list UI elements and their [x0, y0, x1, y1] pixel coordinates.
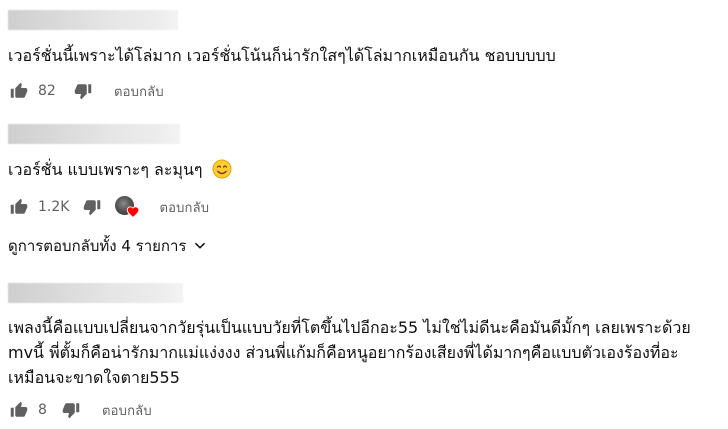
like-count: 8 — [38, 402, 47, 418]
comment-action-bar: 1.2K ตอบกลับ — [8, 195, 209, 219]
thumbs-down-icon[interactable] — [81, 196, 103, 218]
thumbs-up-icon[interactable] — [8, 80, 30, 102]
thumbs-down-icon[interactable] — [60, 399, 82, 421]
author-name-redacted — [8, 10, 178, 30]
author-name-redacted — [8, 283, 183, 303]
thumbs-up-icon[interactable] — [8, 196, 30, 218]
comment-text: เวอร์ชั่น แบบเพราะๆ ละมุนๆ — [8, 157, 713, 183]
smiling-face-emoji — [212, 159, 232, 179]
comment-text: เพลงนี้คือแบบเปลี่ยนจากวัยรุ่นเป็นแบบวัย… — [8, 318, 691, 387]
creator-heart-icon — [127, 206, 140, 218]
like-count: 1.2K — [38, 199, 70, 215]
author-name-redacted — [8, 124, 180, 144]
chevron-down-icon — [194, 242, 205, 249]
thumbs-up-icon[interactable] — [8, 399, 30, 421]
reply-button[interactable]: ตอบกลับ — [114, 81, 164, 102]
thumbs-down-icon[interactable] — [72, 80, 94, 102]
view-replies-button[interactable]: ดูการตอบกลับทั้ง 4 รายการ — [8, 234, 207, 258]
like-count: 82 — [38, 83, 56, 99]
creator-heart-badge — [115, 195, 141, 219]
comment-action-bar: 82 ตอบกลับ — [8, 79, 164, 103]
comment-action-bar: 8 ตอบกลับ — [8, 398, 152, 422]
reply-button[interactable]: ตอบกลับ — [159, 197, 209, 218]
comment-text: เวอร์ชั่นนี้เพราะได้โล่มาก เวอร์ชั่นโน้น… — [8, 46, 556, 65]
comment-text-content: เวอร์ชั่น แบบเพราะๆ ละมุนๆ — [8, 160, 203, 179]
reply-button[interactable]: ตอบกลับ — [102, 400, 152, 421]
view-replies-label: ดูการตอบกลับทั้ง 4 รายการ — [8, 237, 187, 255]
